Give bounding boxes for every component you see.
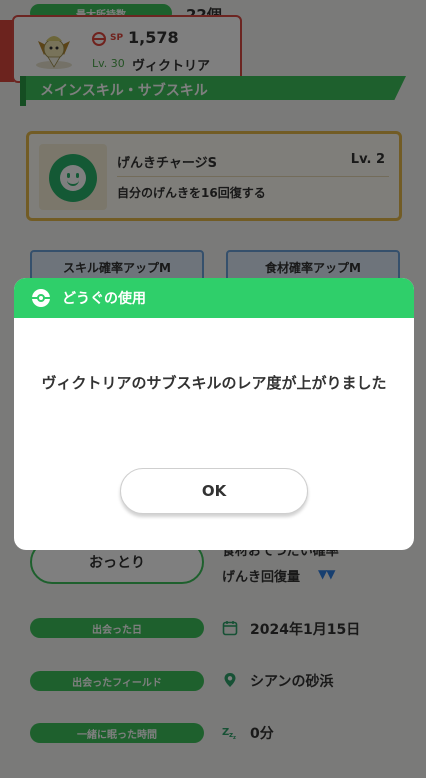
ok-button[interactable]: OK [120,468,308,514]
item-use-dialog: どうぐの使用 ヴィクトリアのサブスキルのレア度が上がりました OK [14,278,414,550]
dialog-header: どうぐの使用 [14,278,414,318]
poke-ball-icon [32,289,50,307]
dialog-title: どうぐの使用 [62,291,146,307]
dialog-message: ヴィクトリアのサブスキルのレア度が上がりました [41,374,387,392]
